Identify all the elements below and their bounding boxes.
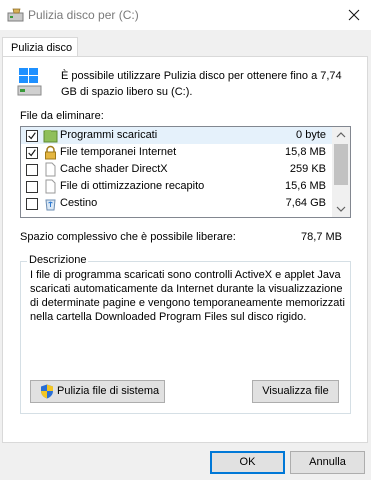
- total-space-value: 78,7 MB: [301, 231, 342, 243]
- total-space-label: Spazio complessivo che è possibile liber…: [20, 231, 236, 243]
- drive-icon: [17, 68, 42, 96]
- list-item[interactable]: File di ottimizzazione recapito 15,6 MB: [21, 178, 332, 195]
- system-cleanup-label: Pulizia file di sistema: [57, 385, 160, 397]
- intro-text: È possibile utilizzare Pulizia disco per…: [61, 70, 342, 98]
- checkmark-icon: [28, 132, 36, 140]
- system-cleanup-button[interactable]: Pulizia file di sistema: [30, 380, 165, 403]
- cancel-button[interactable]: Annulla: [290, 451, 365, 474]
- file-category-name: Cestino: [60, 197, 98, 209]
- blank-file-icon: [43, 179, 58, 194]
- chevron-up-icon[interactable]: [332, 127, 350, 143]
- tab-strip: Pulizia disco: [0, 30, 371, 59]
- ok-button[interactable]: OK: [210, 451, 285, 474]
- checkbox-checked[interactable]: [26, 147, 38, 159]
- title-bar: Pulizia disco per (C:): [0, 0, 371, 30]
- file-category-size: 259 KB: [289, 163, 326, 175]
- lock-icon: [43, 145, 58, 160]
- view-files-button[interactable]: Visualizza file: [252, 380, 339, 403]
- file-category-size: 7,64 GB: [285, 197, 326, 209]
- uac-shield-icon: [41, 384, 53, 399]
- chevron-down-icon[interactable]: [332, 201, 350, 217]
- folder-green-icon: [43, 128, 58, 143]
- list-item[interactable]: Cache shader DirectX 259 KB: [21, 161, 332, 178]
- list-item[interactable]: Programmi scaricati 0 byte: [21, 127, 332, 144]
- file-category-size: 0 byte: [296, 129, 326, 141]
- files-list[interactable]: Programmi scaricati 0 byte File temporanei…: [20, 126, 351, 218]
- scrollbar-thumb[interactable]: [334, 144, 348, 185]
- list-item[interactable]: Cestino 7,64 GB: [21, 195, 332, 212]
- checkbox-checked[interactable]: [26, 130, 38, 142]
- file-category-name: Programmi scaricati: [60, 129, 158, 141]
- file-category-size: 15,6 MB: [285, 180, 326, 192]
- files-to-delete-label: File da eliminare:: [20, 110, 104, 122]
- disk-cleanup-icon: [7, 8, 24, 22]
- list-scrollbar[interactable]: [332, 127, 350, 217]
- checkbox[interactable]: [26, 198, 38, 210]
- checkbox[interactable]: [26, 181, 38, 193]
- list-item[interactable]: File temporanei Internet 15,8 MB: [21, 144, 332, 161]
- checkmark-icon: [28, 149, 36, 157]
- file-category-name: Cache shader DirectX: [60, 163, 168, 175]
- file-category-name: File temporanei Internet: [60, 146, 177, 158]
- close-icon[interactable]: [342, 4, 366, 26]
- file-category-name: File di ottimizzazione recapito: [60, 180, 205, 192]
- file-category-size: 15,8 MB: [285, 146, 326, 158]
- blank-file-icon: [43, 162, 58, 177]
- description-text: I file di programma scaricati sono contr…: [30, 269, 345, 323]
- files-list-rows: Programmi scaricati 0 byte File temporanei…: [21, 127, 332, 212]
- description-title: Descrizione: [27, 254, 89, 266]
- window-title: Pulizia disco per (C:): [28, 8, 139, 22]
- checkbox[interactable]: [26, 164, 38, 176]
- recycle-bin-icon: [43, 196, 58, 211]
